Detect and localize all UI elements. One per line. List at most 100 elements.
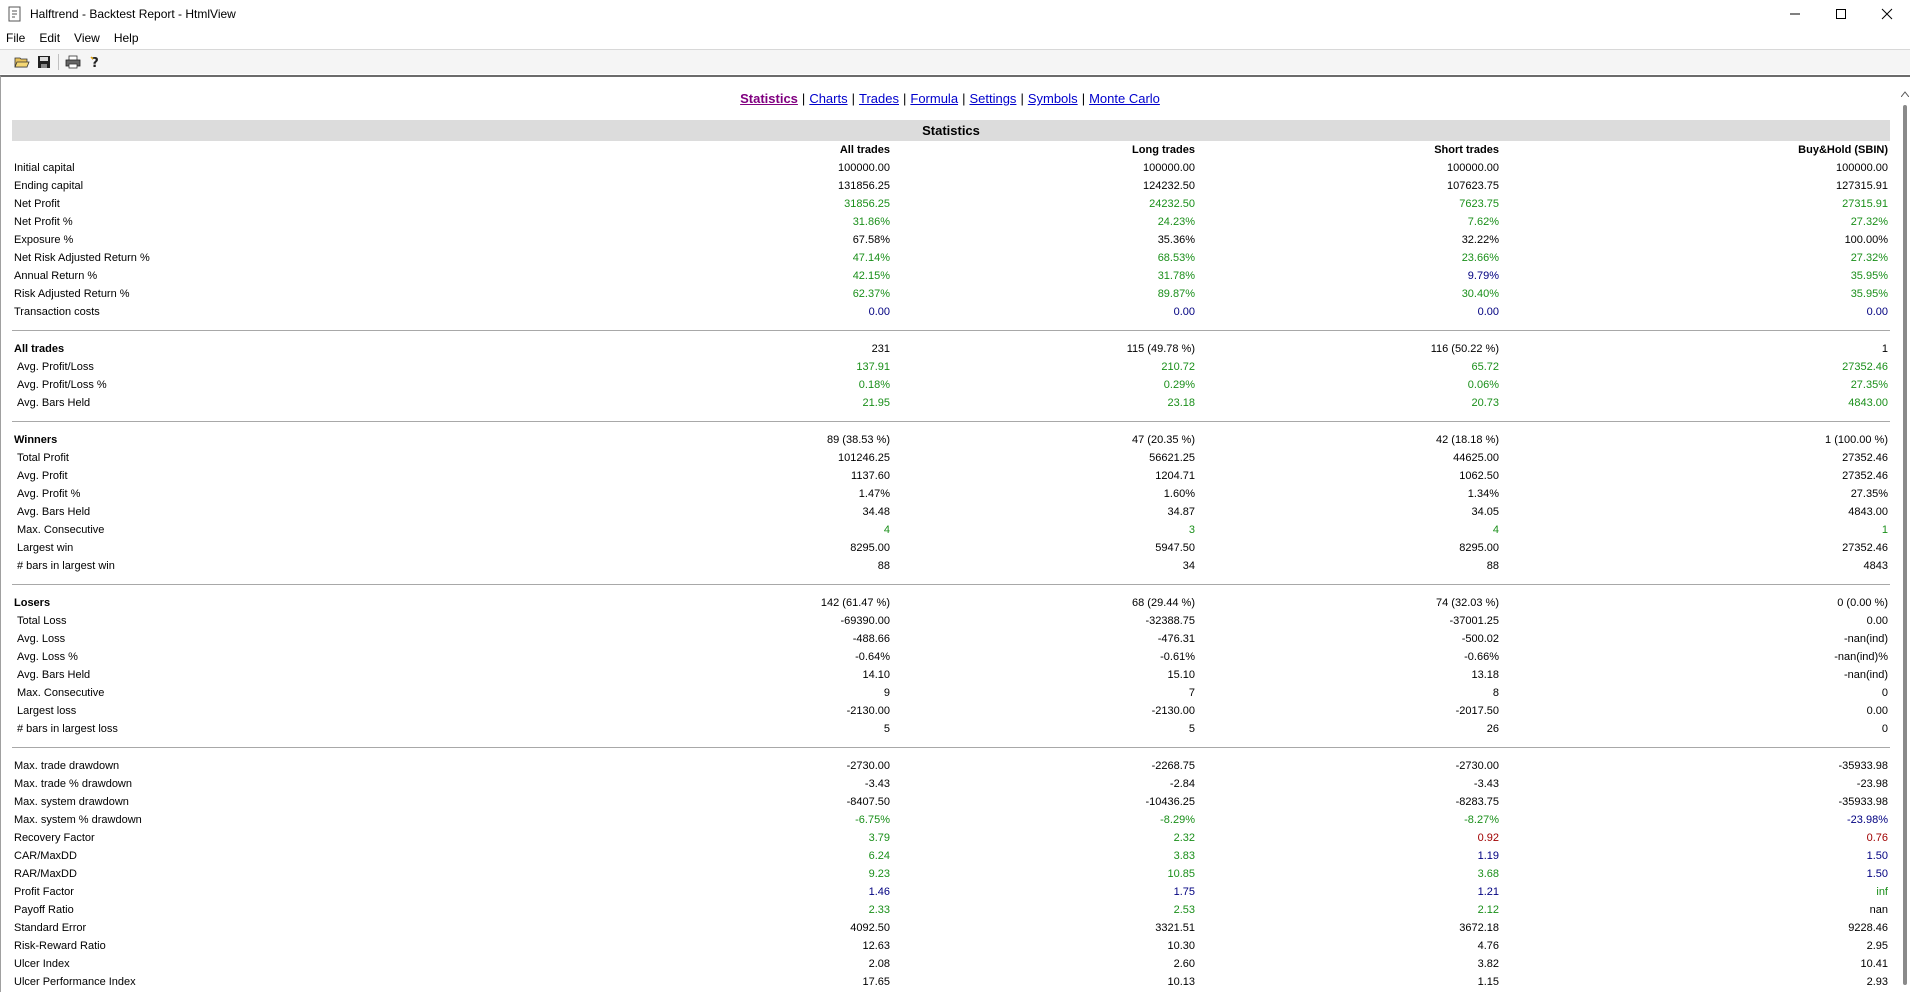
stat-value: -35933.98: [1838, 796, 1888, 808]
menu-file[interactable]: File: [0, 31, 32, 45]
nav-settings-link[interactable]: Settings: [969, 91, 1016, 106]
stat-value: 74 (32.03 %): [1436, 597, 1499, 609]
open-folder-icon: [14, 57, 30, 68]
stat-value: 26: [1486, 723, 1499, 735]
stat-value: 1.46: [868, 886, 890, 898]
stat-value: 142 (61.47 %): [820, 597, 890, 609]
minimize-button[interactable]: [1772, 0, 1818, 27]
stat-value: 9.79%: [1467, 270, 1499, 282]
stat-value: -23.98%: [1847, 814, 1888, 826]
stat-value: 20.73: [1471, 397, 1499, 409]
menu-edit[interactable]: Edit: [32, 31, 67, 45]
divider-cell: [12, 412, 1890, 431]
scroll-up-arrow-icon[interactable]: [1901, 91, 1909, 97]
stat-value: 0.00: [1866, 615, 1888, 627]
stat-label: Max. Consecutive: [17, 687, 105, 699]
stat-row-max-system-drawdown: Max. system drawdown -8407.50 -10436.25 -82…: [12, 793, 1890, 811]
stat-row-avg-bars-held: Avg. Bars Held 21.95 23.18 20.73 4843.00: [12, 394, 1890, 412]
stat-value: 13.18: [1471, 669, 1499, 681]
stat-value: -476.31: [1157, 633, 1195, 645]
stat-value: 2.60: [1173, 958, 1195, 970]
stat-value: 2.33: [868, 904, 890, 916]
nav-charts-link[interactable]: Charts: [809, 91, 847, 106]
stat-value: 4: [883, 524, 890, 536]
stat-row-rar-maxdd: RAR/MaxDD 9.23 10.85 3.68 1.50: [12, 865, 1890, 883]
stat-value: 3321.51: [1155, 922, 1195, 934]
nav-statistics-link[interactable]: Statistics: [740, 91, 798, 106]
stat-row-avg-bars-held: Avg. Bars Held 34.48 34.87 34.05 4843.00: [12, 503, 1890, 521]
stat-label: Max. system % drawdown: [14, 814, 142, 826]
stat-label: Avg. Bars Held: [17, 669, 91, 681]
stat-value: 1.47%: [858, 488, 890, 500]
stat-value: 27352.46: [1842, 361, 1888, 373]
stat-value: 27352.46: [1842, 452, 1888, 464]
stat-value: 9.23: [868, 868, 890, 880]
open-button[interactable]: [11, 52, 33, 72]
divider-cell: [12, 738, 1890, 757]
stat-value: 3.68: [1477, 868, 1499, 880]
stat-label: # bars in largest win: [17, 560, 115, 572]
stat-label: RAR/MaxDD: [14, 868, 77, 880]
stat-value: 1.15: [1477, 976, 1499, 988]
stat-value: 27.32%: [1850, 252, 1888, 264]
stat-value: 2.32: [1173, 832, 1195, 844]
stat-row-bars-in-largest-win: # bars in largest win 88 34 88 4843: [12, 557, 1890, 575]
stat-label: Winners: [14, 434, 58, 446]
stat-row-avg-profit-loss: Avg. Profit/Loss % 0.18% 0.29% 0.06% 27.35%: [12, 376, 1890, 394]
stat-label: CAR/MaxDD: [14, 850, 77, 862]
stat-value: 100000.00: [1447, 162, 1499, 174]
stat-value: 4092.50: [850, 922, 890, 934]
stat-row-payoff-ratio: Payoff Ratio 2.33 2.53 2.12 nan: [12, 901, 1890, 919]
scrollbar-thumb[interactable]: [1903, 105, 1907, 985]
stat-value: -2.84: [1169, 778, 1195, 790]
nav-symbols-link[interactable]: Symbols: [1028, 91, 1078, 106]
stat-label: Total Loss: [17, 615, 67, 627]
stat-label: # bars in largest loss: [17, 723, 118, 735]
stat-value: -0.66%: [1464, 651, 1499, 663]
stat-value: 1 (100.00 %): [1825, 434, 1888, 446]
stat-value: 0.06%: [1467, 379, 1499, 391]
section-divider: [12, 321, 1890, 340]
divider-cell: [12, 321, 1890, 340]
stat-value: 34.87: [1167, 506, 1195, 518]
stat-value: -10436.25: [1145, 796, 1195, 808]
nav-monte-carlo-link[interactable]: Monte Carlo: [1089, 91, 1160, 106]
nav-trades-link[interactable]: Trades: [859, 91, 899, 106]
stat-value: 3672.18: [1459, 922, 1499, 934]
stat-value: 4843.00: [1848, 397, 1888, 409]
menu-bar: File Edit View Help: [0, 28, 1910, 48]
stat-value: -32388.75: [1145, 615, 1195, 627]
maximize-button[interactable]: [1818, 0, 1864, 27]
stat-value: -nan(ind): [1843, 633, 1888, 645]
stat-value: 27315.91: [1842, 198, 1888, 210]
help-icon: ?: [90, 56, 99, 70]
stat-label: Max. trade % drawdown: [14, 778, 132, 790]
htmlview-app-icon: [8, 6, 21, 21]
stat-value: 7.62%: [1467, 216, 1499, 228]
stat-row-winners: Winners 89 (38.53 %) 47 (20.35 %) 42 (18.18…: [12, 431, 1890, 449]
menu-view[interactable]: View: [67, 31, 107, 45]
stat-value: -2730.00: [846, 760, 890, 772]
nav-formula-link[interactable]: Formula: [910, 91, 958, 106]
stat-value: 0.00: [1866, 705, 1888, 717]
menu-help[interactable]: Help: [107, 31, 146, 45]
column-header-all-trades: All trades: [839, 144, 890, 156]
column-header-short-trades: Short trades: [1434, 144, 1499, 156]
stat-value: 27.32%: [1850, 216, 1888, 228]
stat-value: 42.15%: [852, 270, 890, 282]
save-button[interactable]: [33, 52, 55, 72]
stat-row-total-profit: Total Profit 101246.25 56621.25 44625.00 273…: [12, 449, 1890, 467]
stat-value: 12.63: [862, 940, 890, 952]
stat-row-ulcer-performance-index: Ulcer Performance Index 17.65 10.13 1.15 2.9…: [12, 973, 1890, 991]
stat-value: 23.66%: [1461, 252, 1499, 264]
help-button[interactable]: ?: [84, 52, 106, 72]
stat-value: 88: [877, 560, 890, 572]
close-button[interactable]: [1864, 0, 1910, 27]
stat-value: 4843.00: [1848, 506, 1888, 518]
print-button[interactable]: [62, 52, 84, 72]
column-header-row: All trades Long trades Short trades Buy&…: [12, 141, 1890, 159]
stat-row-standard-error: Standard Error 4092.50 3321.51 3672.18 9228.…: [12, 919, 1890, 937]
stat-value: 88: [1486, 560, 1499, 572]
stat-row-avg-loss: Avg. Loss % -0.64% -0.61% -0.66% -nan(ind)%: [12, 648, 1890, 666]
vertical-scrollbar[interactable]: [1900, 77, 1910, 992]
